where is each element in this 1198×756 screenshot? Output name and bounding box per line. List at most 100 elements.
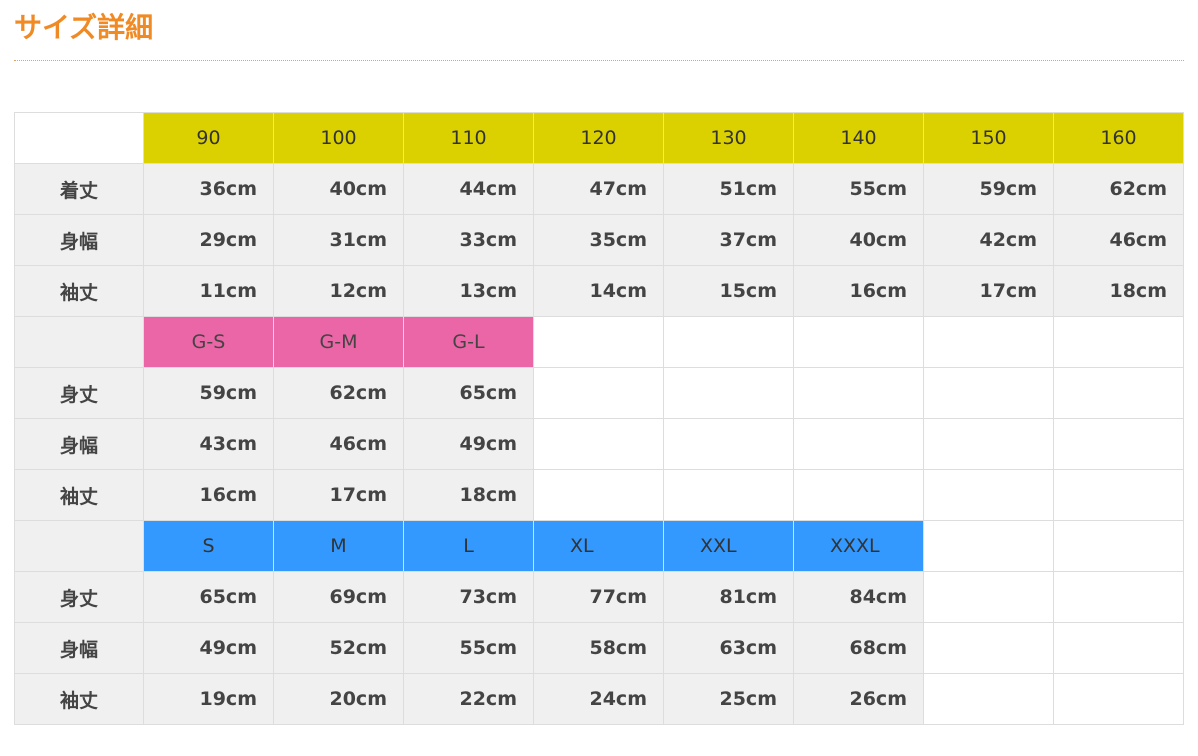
- empty-cell: [663, 418, 794, 470]
- measurement-cell: 47cm: [533, 163, 664, 215]
- empty-cell: [533, 316, 664, 368]
- empty-cell: [663, 316, 794, 368]
- size-header-cell: S: [143, 520, 274, 572]
- size-header-cell: 110: [403, 112, 534, 164]
- measurement-cell: 11cm: [143, 265, 274, 317]
- measurement-cell: 31cm: [273, 214, 404, 266]
- measurement-cell: 17cm: [273, 469, 404, 521]
- empty-cell: [793, 367, 924, 419]
- row-label: 身丈: [14, 367, 144, 419]
- empty-cell: [923, 418, 1054, 470]
- measurement-cell: 40cm: [793, 214, 924, 266]
- empty-cell: [923, 367, 1054, 419]
- table-row: 袖丈 11cm 12cm 13cm 14cm 15cm 16cm 17cm 18…: [14, 265, 1184, 317]
- corner-cell: [14, 520, 144, 572]
- empty-cell: [533, 367, 664, 419]
- measurement-cell: 22cm: [403, 673, 534, 725]
- table-row: 袖丈 16cm 17cm 18cm: [14, 469, 1184, 521]
- measurement-cell: 49cm: [143, 622, 274, 674]
- measurement-cell: 55cm: [403, 622, 534, 674]
- measurement-cell: 62cm: [1053, 163, 1184, 215]
- size-header-cell: L: [403, 520, 534, 572]
- size-header-cell: 160: [1053, 112, 1184, 164]
- measurement-cell: 46cm: [273, 418, 404, 470]
- measurement-cell: 46cm: [1053, 214, 1184, 266]
- measurement-cell: 62cm: [273, 367, 404, 419]
- empty-cell: [1053, 520, 1184, 572]
- table-row: 身幅 29cm 31cm 33cm 35cm 37cm 40cm 42cm 46…: [14, 214, 1184, 266]
- measurement-cell: 14cm: [533, 265, 664, 317]
- measurement-cell: 49cm: [403, 418, 534, 470]
- size-header-cell: XXXL: [793, 520, 924, 572]
- empty-cell: [923, 520, 1054, 572]
- measurement-cell: 25cm: [663, 673, 794, 725]
- measurement-cell: 29cm: [143, 214, 274, 266]
- size-header-cell: G-M: [273, 316, 404, 368]
- measurement-cell: 18cm: [403, 469, 534, 521]
- empty-cell: [923, 571, 1054, 623]
- measurement-cell: 17cm: [923, 265, 1054, 317]
- empty-cell: [1053, 316, 1184, 368]
- table-row: 身丈 59cm 62cm 65cm: [14, 367, 1184, 419]
- title-divider: [14, 60, 1184, 61]
- measurement-cell: 33cm: [403, 214, 534, 266]
- empty-cell: [1053, 469, 1184, 521]
- page-title: サイズ詳細: [14, 11, 154, 44]
- empty-cell: [1053, 571, 1184, 623]
- corner-cell: [14, 316, 144, 368]
- measurement-cell: 55cm: [793, 163, 924, 215]
- measurement-cell: 36cm: [143, 163, 274, 215]
- measurement-cell: 35cm: [533, 214, 664, 266]
- measurement-cell: 19cm: [143, 673, 274, 725]
- empty-cell: [793, 316, 924, 368]
- empty-cell: [533, 469, 664, 521]
- size-table: 90 100 110 120 130 140 150 160 着丈 36cm 4…: [14, 112, 1184, 725]
- measurement-cell: 43cm: [143, 418, 274, 470]
- empty-cell: [793, 469, 924, 521]
- row-label: 袖丈: [14, 265, 144, 317]
- empty-cell: [1053, 367, 1184, 419]
- measurement-cell: 59cm: [143, 367, 274, 419]
- measurement-cell: 44cm: [403, 163, 534, 215]
- measurement-cell: 65cm: [403, 367, 534, 419]
- girls-size-header-row: G-S G-M G-L: [14, 316, 1184, 368]
- measurement-cell: 13cm: [403, 265, 534, 317]
- measurement-cell: 59cm: [923, 163, 1054, 215]
- measurement-cell: 51cm: [663, 163, 794, 215]
- measurement-cell: 20cm: [273, 673, 404, 725]
- measurement-cell: 58cm: [533, 622, 664, 674]
- measurement-cell: 81cm: [663, 571, 794, 623]
- row-label: 身幅: [14, 622, 144, 674]
- row-label: 袖丈: [14, 673, 144, 725]
- empty-cell: [1053, 673, 1184, 725]
- empty-cell: [923, 469, 1054, 521]
- empty-cell: [923, 622, 1054, 674]
- measurement-cell: 18cm: [1053, 265, 1184, 317]
- row-label: 袖丈: [14, 469, 144, 521]
- size-header-cell: XXL: [663, 520, 794, 572]
- measurement-cell: 77cm: [533, 571, 664, 623]
- measurement-cell: 65cm: [143, 571, 274, 623]
- empty-cell: [663, 367, 794, 419]
- measurement-cell: 24cm: [533, 673, 664, 725]
- empty-cell: [1053, 418, 1184, 470]
- measurement-cell: 40cm: [273, 163, 404, 215]
- size-header-cell: 140: [793, 112, 924, 164]
- empty-cell: [923, 316, 1054, 368]
- row-label: 着丈: [14, 163, 144, 215]
- adult-size-header-row: S M L XL XXL XXXL: [14, 520, 1184, 572]
- measurement-cell: 37cm: [663, 214, 794, 266]
- table-row: 身幅 43cm 46cm 49cm: [14, 418, 1184, 470]
- size-header-cell: M: [273, 520, 404, 572]
- size-header-cell: G-S: [143, 316, 274, 368]
- size-header-cell: 90: [143, 112, 274, 164]
- empty-cell: [793, 418, 924, 470]
- measurement-cell: 69cm: [273, 571, 404, 623]
- size-header-cell: 130: [663, 112, 794, 164]
- size-header-cell: 120: [533, 112, 664, 164]
- row-label: 身幅: [14, 418, 144, 470]
- measurement-cell: 63cm: [663, 622, 794, 674]
- measurement-cell: 73cm: [403, 571, 534, 623]
- size-header-cell: XL: [533, 520, 664, 572]
- empty-cell: [663, 469, 794, 521]
